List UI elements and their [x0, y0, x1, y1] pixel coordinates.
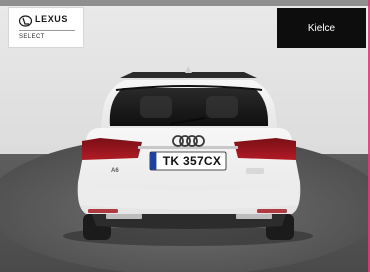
dealer-logo: LEXUS SELECT	[8, 7, 84, 48]
dealer-logo-divider	[19, 30, 75, 31]
license-plate-text: TK 357CX	[162, 154, 222, 168]
dealer-brand-name: LEXUS	[35, 14, 69, 24]
model-badge: A6	[111, 168, 119, 174]
dealer-brand-sub: SELECT	[19, 34, 45, 40]
location-label: Kielce	[307, 22, 336, 34]
location-badge: Kielce	[277, 8, 366, 48]
license-plate: TK 357CX	[158, 153, 226, 169]
